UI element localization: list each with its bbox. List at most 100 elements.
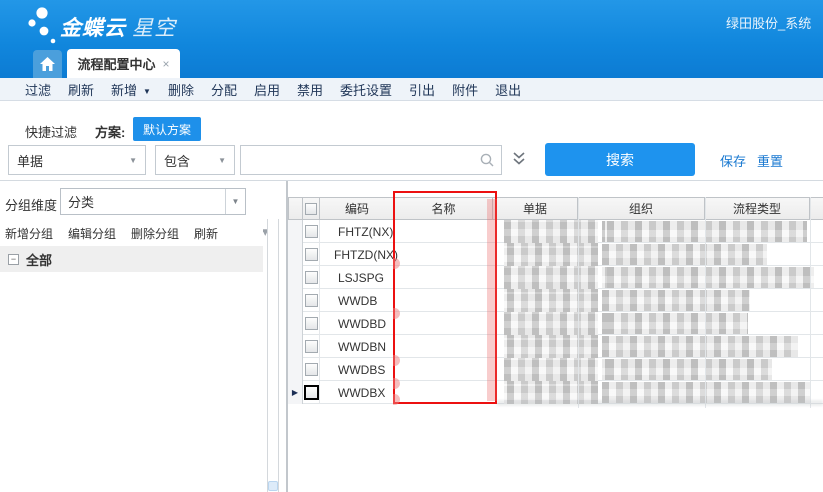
tree-node-all[interactable]: − 全部 xyxy=(0,246,263,272)
tree-scrollbar-thumb[interactable] xyxy=(268,481,278,491)
grid-header-row: 编码 名称 单据 组织 流程类型 xyxy=(288,197,823,220)
censored-bill-org xyxy=(602,382,810,403)
censored-bill-org xyxy=(602,267,814,288)
grid-line xyxy=(578,197,579,408)
kingdee-logo-icon xyxy=(27,3,61,45)
scheme-label: 方案: xyxy=(95,122,125,141)
quick-filter-label: 快捷过滤 xyxy=(25,122,77,141)
tab-close-icon[interactable]: × xyxy=(163,57,170,71)
censored-name xyxy=(504,220,598,243)
save-link[interactable]: 保存 xyxy=(720,151,746,170)
row-indicator xyxy=(288,335,303,358)
grouping-panel: 分组维度 分类 ▼ 新增分组 编辑分组 删除分组 刷新 ▬▾ − 全部 xyxy=(0,181,263,492)
row-indicator xyxy=(288,358,303,381)
censored-name xyxy=(504,289,598,312)
row-checkbox-focused[interactable] xyxy=(304,385,319,400)
chevron-down-icon: ▼ xyxy=(225,189,245,214)
toolbar-assign-button[interactable]: 分配 xyxy=(211,80,237,99)
row-checkbox[interactable] xyxy=(305,340,318,353)
row-checkbox[interactable] xyxy=(305,248,318,261)
table-row[interactable]: WWDB 工作流 适 xyxy=(288,289,823,312)
table-row[interactable]: WWDBN 工作流 适 xyxy=(288,335,823,358)
grid-header-name[interactable]: 名称 xyxy=(395,197,493,220)
censored-bill-org xyxy=(602,336,798,357)
row-checkbox[interactable] xyxy=(305,294,318,307)
censored-bill-org xyxy=(602,313,748,334)
table-row[interactable]: WWDBS 工作流 适 xyxy=(288,358,823,381)
search-input[interactable] xyxy=(241,147,480,173)
grid-header-code[interactable]: 编码 xyxy=(320,197,395,220)
app-window: 金蝶云星空 绿田股份_系统 流程配置中心 × 过滤 刷新 新增▼ 删除 分配 启… xyxy=(0,0,823,492)
current-row-arrow-icon: ▶ xyxy=(288,381,303,404)
censored-name xyxy=(504,381,598,404)
group-toolbar: 新增分组 编辑分组 删除分组 刷新 xyxy=(0,220,263,246)
add-group-button[interactable]: 新增分组 xyxy=(5,225,53,242)
search-icon xyxy=(480,153,494,167)
filter-search-box xyxy=(240,145,502,175)
grouping-dimension-select[interactable]: 分类 ▼ xyxy=(60,188,246,215)
grid-header-bill[interactable]: 单据 xyxy=(493,197,578,220)
delete-group-button[interactable]: 删除分组 xyxy=(131,225,179,242)
grid-header-indicator xyxy=(288,197,303,220)
quick-filter-panel: 快捷过滤 方案: 默认方案 单据 ▼ 包含 ▼ 搜索 保存 重置 xyxy=(0,101,823,181)
tab-label: 流程配置中心 xyxy=(77,54,155,73)
toolbar-new-button[interactable]: 新增▼ xyxy=(111,80,151,99)
table-row current-row[interactable]: ▶ WWDBX 工作流 适 xyxy=(288,381,823,404)
toolbar-attachment-button[interactable]: 附件 xyxy=(452,80,478,99)
expand-filter-chevron-icon[interactable] xyxy=(512,151,526,167)
refresh-group-button[interactable]: 刷新 xyxy=(194,225,218,242)
search-button[interactable]: 搜索 xyxy=(545,143,695,176)
brand-light: 星空 xyxy=(132,17,176,40)
grid-line xyxy=(705,197,706,408)
toolbar-delegate-settings-button[interactable]: 委托设置 xyxy=(340,80,392,99)
toolbar-filter-button[interactable]: 过滤 xyxy=(25,80,51,99)
table-row[interactable]: FHTZD(NX) 工作流 适 xyxy=(288,243,823,266)
table-row[interactable]: FHTZ(NX) 工作流 适 xyxy=(288,220,823,243)
table-row[interactable]: WWDBD 工作流 适 xyxy=(288,312,823,335)
censored-name xyxy=(504,266,598,289)
row-checkbox[interactable] xyxy=(305,271,318,284)
row-code: LSJSPG xyxy=(320,266,395,289)
default-scheme-chip[interactable]: 默认方案 xyxy=(133,117,201,141)
edit-group-button[interactable]: 编辑分组 xyxy=(68,225,116,242)
row-indicator xyxy=(288,312,303,335)
row-indicator xyxy=(288,243,303,266)
row-indicator xyxy=(288,220,303,243)
row-code: WWDBN xyxy=(320,335,395,358)
grid-header-checkbox-cell xyxy=(303,197,320,220)
toolbar-enable-button[interactable]: 启用 xyxy=(254,80,280,99)
row-code: FHTZD(NX) xyxy=(320,243,395,266)
reset-link[interactable]: 重置 xyxy=(757,151,783,170)
grid-header-flow-type[interactable]: 流程类型 xyxy=(705,197,810,220)
toolbar-disable-button[interactable]: 禁用 xyxy=(297,80,323,99)
row-checkbox[interactable] xyxy=(305,317,318,330)
current-user-label[interactable]: 绿田股份_系统 xyxy=(726,13,823,31)
header-band: 金蝶云星空 绿田股份_系统 流程配置中心 × xyxy=(0,0,823,78)
chevron-down-icon[interactable]: ▼ xyxy=(143,87,151,96)
grouping-dimension-label: 分组维度 xyxy=(5,195,57,214)
grid-header-status[interactable] xyxy=(810,197,823,220)
toolbar-export-button[interactable]: 引出 xyxy=(409,80,435,99)
row-code: WWDB xyxy=(320,289,395,312)
row-code: WWDBD xyxy=(320,312,395,335)
toolbar-refresh-button[interactable]: 刷新 xyxy=(68,80,94,99)
brand-wordmark: 金蝶云星空 xyxy=(60,12,176,42)
tree-scrollbar-track[interactable] xyxy=(267,219,279,492)
table-row[interactable]: LSJSPG 工作流 挂 xyxy=(288,266,823,289)
row-checkbox[interactable] xyxy=(305,363,318,376)
toolbar-delete-button[interactable]: 删除 xyxy=(168,80,194,99)
row-checkbox[interactable] xyxy=(305,225,318,238)
tab-process-config-center[interactable]: 流程配置中心 × xyxy=(67,49,180,78)
filter-field-select[interactable]: 单据 ▼ xyxy=(8,145,146,175)
tree-node-label: 全部 xyxy=(26,250,52,269)
select-all-checkbox[interactable] xyxy=(305,203,317,215)
chevron-down-icon: ▼ xyxy=(129,156,137,165)
toolbar-exit-button[interactable]: 退出 xyxy=(495,80,521,99)
censored-name xyxy=(504,335,598,358)
tab-home[interactable] xyxy=(33,50,62,78)
grid-header-org[interactable]: 组织 xyxy=(578,197,705,220)
collapse-node-icon[interactable]: − xyxy=(8,254,19,265)
chevron-down-icon: ▼ xyxy=(218,156,226,165)
filter-operator-select[interactable]: 包含 ▼ xyxy=(155,145,235,175)
censored-name xyxy=(504,358,598,381)
